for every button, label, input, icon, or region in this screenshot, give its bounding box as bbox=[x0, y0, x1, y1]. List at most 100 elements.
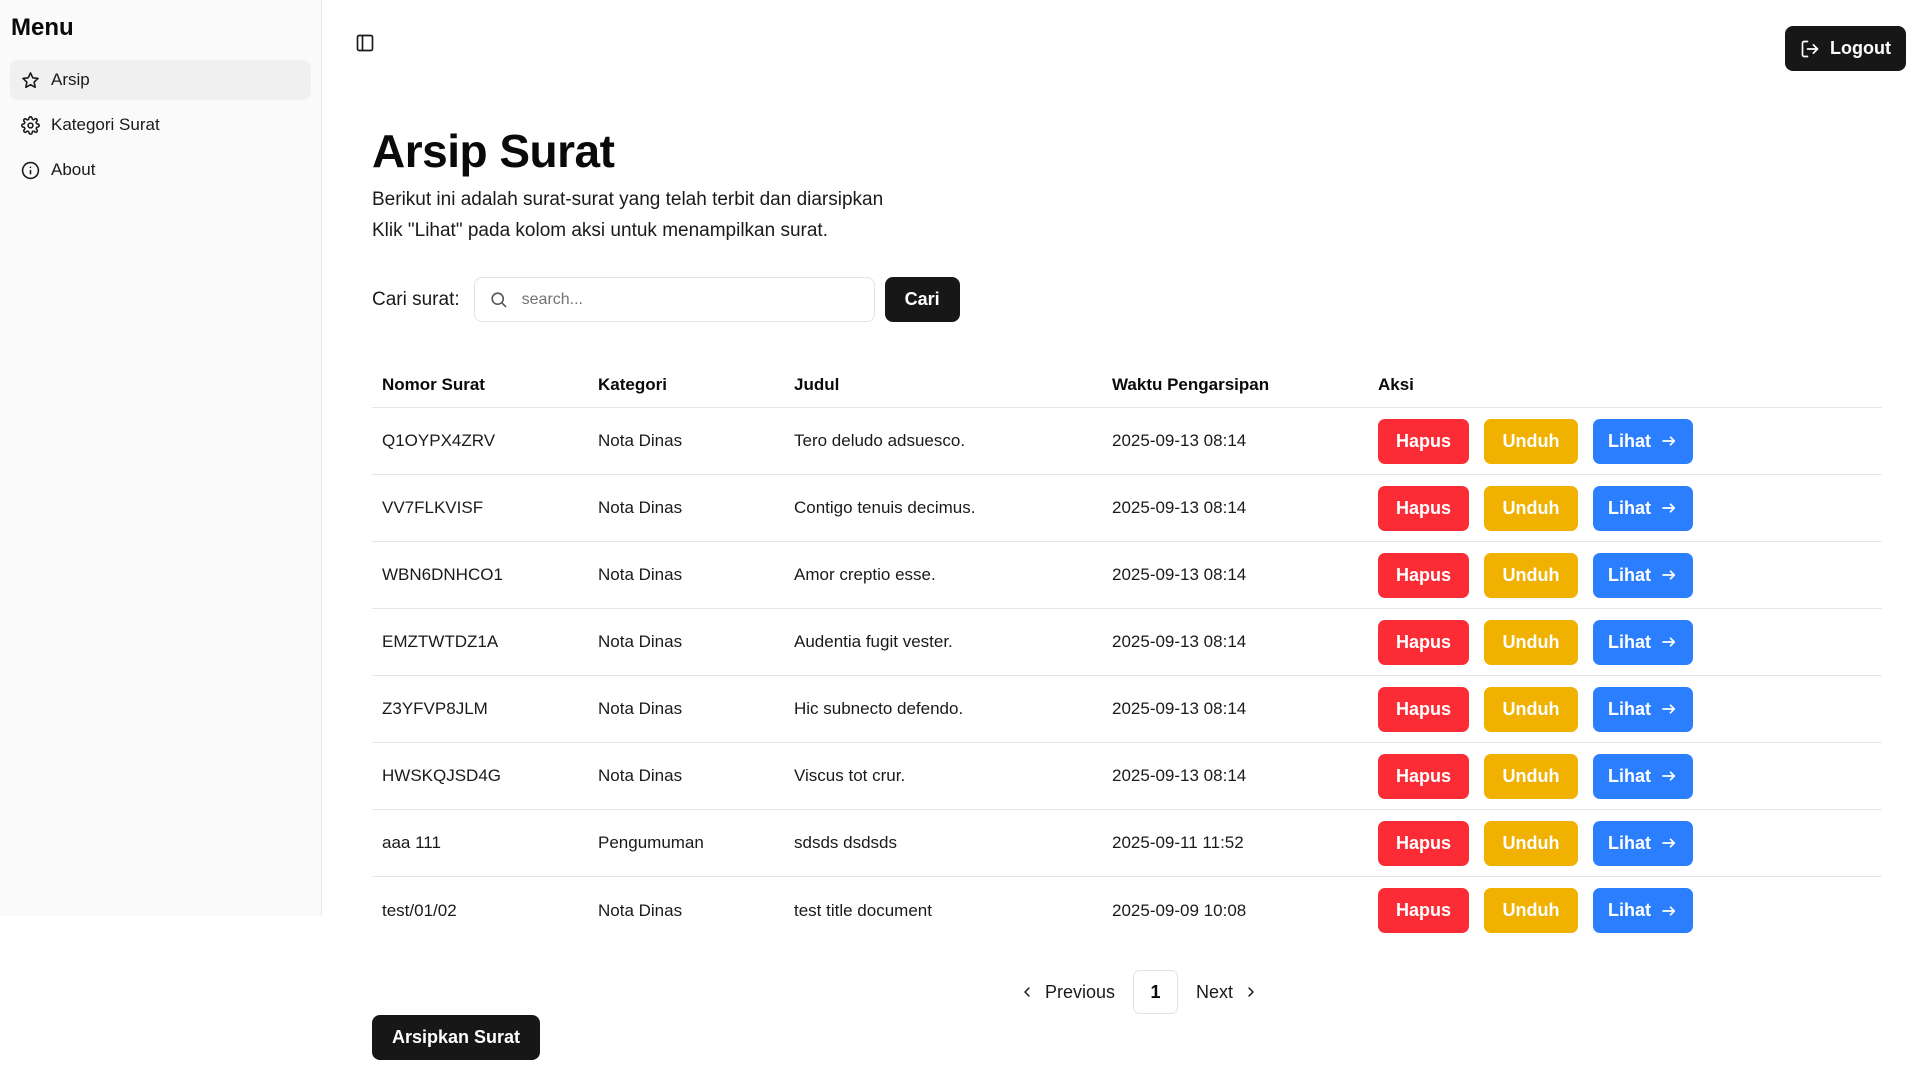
lihat-button[interactable]: Lihat bbox=[1593, 485, 1693, 531]
arrow-right-icon bbox=[1662, 503, 1676, 513]
cell-aksi: Hapus Unduh Lihat bbox=[1368, 753, 1882, 799]
next-page-button[interactable]: Next bbox=[1186, 970, 1269, 1014]
cell-judul: sdsds dsdsds bbox=[794, 833, 897, 852]
hapus-button[interactable]: Hapus bbox=[1378, 753, 1469, 799]
header-waktu-pengarsipan: Waktu Pengarsipan bbox=[1112, 374, 1270, 394]
cell-judul: test title document bbox=[794, 900, 932, 920]
lihat-button[interactable]: Lihat bbox=[1593, 418, 1693, 464]
cell-waktu-pengarsipan: 2025-09-11 11:52 bbox=[1112, 833, 1244, 852]
chevron-left-icon bbox=[1024, 987, 1030, 997]
lihat-label: Lihat bbox=[1608, 430, 1651, 451]
lihat-label: Lihat bbox=[1608, 698, 1651, 719]
lihat-button[interactable]: Lihat bbox=[1593, 888, 1693, 933]
cell-kategori: Nota Dinas bbox=[598, 766, 683, 785]
unduh-button[interactable]: Unduh bbox=[1484, 552, 1578, 598]
cell-judul: Amor creptio esse. bbox=[794, 565, 936, 584]
cell-nomor-surat: EMZTWTDZ1A bbox=[382, 632, 499, 651]
page-description: Berikut ini adalah surat-surat yang tela… bbox=[372, 184, 883, 246]
sidebar: Menu Arsip Kategori Surat About bbox=[0, 0, 322, 916]
page-title: Arsip Surat bbox=[372, 125, 615, 177]
hapus-button[interactable]: Hapus bbox=[1378, 820, 1469, 866]
cell-nomor-surat: test/01/02 bbox=[382, 900, 457, 920]
cell-waktu-pengarsipan: 2025-09-13 08:14 bbox=[1112, 431, 1247, 450]
sidebar-item-label: Arsip bbox=[51, 70, 90, 89]
panel-left-icon bbox=[356, 34, 374, 52]
cell-waktu-pengarsipan: 2025-09-13 08:14 bbox=[1112, 766, 1247, 785]
hapus-button[interactable]: Hapus bbox=[1378, 888, 1469, 933]
cari-button[interactable]: Cari bbox=[884, 277, 960, 322]
cell-aksi: Hapus Unduh Lihat bbox=[1368, 418, 1882, 464]
lihat-label: Lihat bbox=[1608, 900, 1651, 920]
cell-aksi: Hapus Unduh Lihat bbox=[1368, 485, 1882, 531]
lihat-button[interactable]: Lihat bbox=[1593, 753, 1693, 799]
sidebar-item-about[interactable]: About bbox=[10, 150, 311, 190]
info-icon bbox=[20, 160, 40, 180]
lihat-button[interactable]: Lihat bbox=[1593, 820, 1693, 866]
unduh-button[interactable]: Unduh bbox=[1484, 686, 1578, 732]
search-box[interactable] bbox=[473, 277, 875, 322]
sidebar-item-arsip[interactable]: Arsip bbox=[10, 60, 311, 100]
table-row: test/01/02 Nota Dinas test title document 2… bbox=[372, 877, 1882, 944]
sidebar-toggle-button[interactable] bbox=[352, 30, 378, 56]
cell-kategori: Nota Dinas bbox=[598, 565, 683, 584]
arrow-right-icon bbox=[1662, 905, 1676, 916]
table-row: Q1OYPX4ZRV Nota Dinas Tero deludo adsuesco… bbox=[372, 408, 1882, 475]
logout-button[interactable]: Logout bbox=[1785, 26, 1906, 71]
table-row: Z3YFVP8JLM Nota Dinas Hic subnecto defendo… bbox=[372, 676, 1882, 743]
search-input[interactable] bbox=[521, 290, 860, 309]
gear-icon bbox=[20, 115, 40, 135]
chevron-right-icon bbox=[1248, 987, 1254, 997]
cell-nomor-surat: aaa 111 bbox=[382, 833, 441, 852]
unduh-button[interactable]: Unduh bbox=[1484, 619, 1578, 665]
sidebar-title: Menu bbox=[11, 14, 74, 41]
search-label: Cari surat: bbox=[372, 288, 460, 310]
hapus-button[interactable]: Hapus bbox=[1378, 552, 1469, 598]
cell-aksi: Hapus Unduh Lihat bbox=[1368, 686, 1882, 732]
cell-kategori: Nota Dinas bbox=[598, 632, 683, 651]
cell-nomor-surat: VV7FLKVISF bbox=[382, 498, 484, 517]
sidebar-item-kategori-surat[interactable]: Kategori Surat bbox=[10, 105, 311, 145]
logout-label: Logout bbox=[1830, 38, 1891, 58]
description-line: Klik "Lihat" pada kolom aksi untuk menam… bbox=[372, 220, 828, 241]
lihat-button[interactable]: Lihat bbox=[1593, 619, 1693, 665]
table-row: HWSKQJSD4G Nota Dinas Viscus tot crur. 2025… bbox=[372, 743, 1882, 810]
star-icon bbox=[20, 70, 40, 90]
page-number-button[interactable]: 1 bbox=[1133, 970, 1179, 1014]
cell-waktu-pengarsipan: 2025-09-13 08:14 bbox=[1112, 632, 1247, 651]
arsipkan-surat-button[interactable]: Arsipkan Surat bbox=[372, 1015, 541, 1060]
cell-judul: Tero deludo adsuesco. bbox=[794, 431, 966, 450]
description-line: Berikut ini adalah surat-surat yang tela… bbox=[372, 189, 884, 210]
hapus-button[interactable]: Hapus bbox=[1378, 418, 1469, 464]
lihat-label: Lihat bbox=[1608, 497, 1651, 518]
logout-icon bbox=[1801, 40, 1819, 57]
next-label: Next bbox=[1196, 981, 1234, 1002]
hapus-button[interactable]: Hapus bbox=[1378, 686, 1469, 732]
header-judul: Judul bbox=[794, 374, 840, 394]
hapus-button[interactable]: Hapus bbox=[1378, 619, 1469, 665]
unduh-button[interactable]: Unduh bbox=[1484, 418, 1578, 464]
cell-aksi: Hapus Unduh Lihat bbox=[1368, 619, 1882, 665]
unduh-button[interactable]: Unduh bbox=[1484, 820, 1578, 866]
cell-kategori: Nota Dinas bbox=[598, 431, 683, 450]
table-row: VV7FLKVISF Nota Dinas Contigo tenuis decim… bbox=[372, 475, 1882, 542]
lihat-button[interactable]: Lihat bbox=[1593, 552, 1693, 598]
arrow-right-icon bbox=[1662, 637, 1676, 647]
table-row: EMZTWTDZ1A Nota Dinas Audentia fugit veste… bbox=[372, 609, 1882, 676]
cell-aksi: Hapus Unduh Lihat bbox=[1368, 552, 1882, 598]
unduh-button[interactable]: Unduh bbox=[1484, 485, 1578, 531]
unduh-button[interactable]: Unduh bbox=[1484, 753, 1578, 799]
lihat-button[interactable]: Lihat bbox=[1593, 686, 1693, 732]
cell-judul: Viscus tot crur. bbox=[794, 766, 906, 785]
arrow-right-icon bbox=[1662, 436, 1676, 446]
arrow-right-icon bbox=[1662, 570, 1676, 580]
sidebar-item-label: Kategori Surat bbox=[51, 115, 160, 134]
lihat-label: Lihat bbox=[1608, 631, 1651, 652]
lihat-label: Lihat bbox=[1608, 564, 1651, 585]
previous-page-button[interactable]: Previous bbox=[1009, 970, 1125, 1014]
unduh-button[interactable]: Unduh bbox=[1484, 888, 1578, 933]
cell-nomor-surat: HWSKQJSD4G bbox=[382, 766, 502, 785]
cell-nomor-surat: Q1OYPX4ZRV bbox=[382, 431, 496, 450]
header-kategori: Kategori bbox=[598, 374, 667, 394]
hapus-button[interactable]: Hapus bbox=[1378, 485, 1469, 531]
cell-judul: Hic subnecto defendo. bbox=[794, 699, 964, 718]
